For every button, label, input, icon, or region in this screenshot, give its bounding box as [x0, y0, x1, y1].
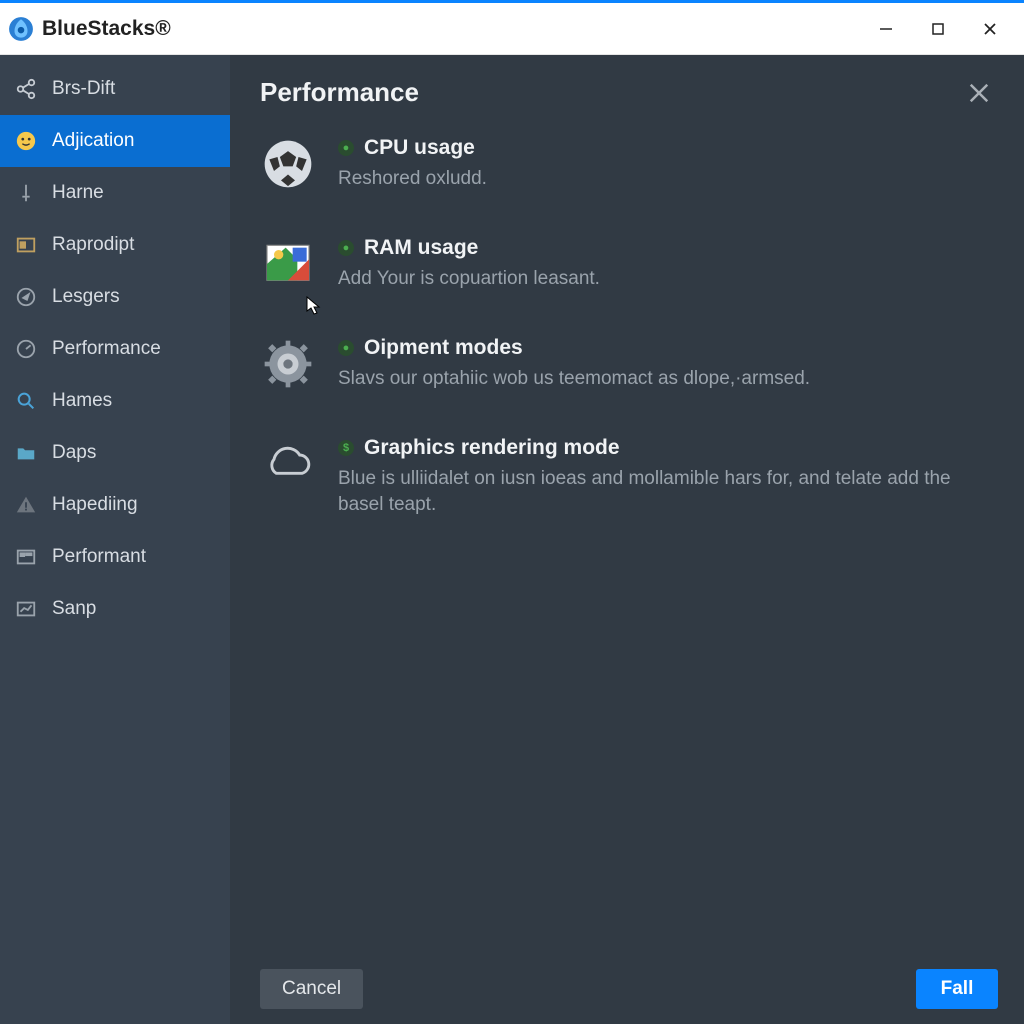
share-icon	[14, 77, 38, 101]
sidebar-item-hapediing[interactable]: Hapediing	[0, 479, 230, 531]
sidebar-item-label: Raprodipt	[52, 234, 134, 256]
sidebar-item-brs-dift[interactable]: Brs-Dift	[0, 63, 230, 115]
cloud-icon	[260, 436, 316, 492]
app-window: BlueStacks® Brs-Dift Adjication Harne	[0, 0, 1024, 1024]
panel-icon	[14, 233, 38, 257]
app-title: BlueStacks®	[42, 17, 171, 41]
setting-graphics-rendering[interactable]: $ Graphics rendering mode Blue is ulliid…	[260, 436, 994, 517]
status-dot-icon: ●	[338, 340, 354, 356]
warning-icon	[14, 493, 38, 517]
sidebar-item-harne[interactable]: Harne	[0, 167, 230, 219]
main-header: Performance	[230, 55, 1024, 118]
search-icon	[14, 389, 38, 413]
panel-close-button[interactable]	[964, 78, 994, 108]
sidebar-item-label: Hapediing	[52, 494, 138, 516]
sidebar-item-performant[interactable]: Performant	[0, 531, 230, 583]
photos-icon	[260, 236, 316, 292]
gear-icon	[260, 336, 316, 392]
maximize-button[interactable]	[912, 9, 964, 49]
chart-icon	[14, 597, 38, 621]
sidebar-item-daps[interactable]: Daps	[0, 427, 230, 479]
cancel-button[interactable]: Cancel	[260, 969, 363, 1009]
app-body: Brs-Dift Adjication Harne Raprodipt Lesg…	[0, 55, 1024, 1024]
setting-title: Oipment modes	[364, 336, 523, 360]
sidebar-item-label: Hames	[52, 390, 112, 412]
dashboard-icon	[14, 545, 38, 569]
minimize-button[interactable]	[860, 9, 912, 49]
titlebar: BlueStacks®	[0, 3, 1024, 55]
setting-desc: Blue is ulliidalet on iusn ioeas and mol…	[338, 466, 994, 517]
sidebar-item-sanp[interactable]: Sanp	[0, 583, 230, 635]
soccer-ball-icon	[260, 136, 316, 192]
setting-cpu-usage[interactable]: ● CPU usage Reshored oxludd.	[260, 136, 994, 192]
confirm-button[interactable]: Fall	[916, 969, 998, 1009]
sidebar-item-label: Lesgers	[52, 286, 120, 308]
setting-title: Graphics rendering mode	[364, 436, 620, 460]
sidebar-item-lesgers[interactable]: Lesgers	[0, 271, 230, 323]
sidebar-item-label: Brs-Dift	[52, 78, 115, 100]
sidebar-item-label: Harne	[52, 182, 104, 204]
compass-icon	[14, 285, 38, 309]
sidebar: Brs-Dift Adjication Harne Raprodipt Lesg…	[0, 55, 230, 1024]
emoji-face-icon	[14, 129, 38, 153]
setting-desc: Reshored oxludd.	[338, 166, 994, 192]
sidebar-item-label: Performance	[52, 338, 161, 360]
sidebar-item-hames[interactable]: Hames	[0, 375, 230, 427]
main-panel: Performance ● CPU usage R	[230, 55, 1024, 1024]
setting-desc: Add Your is copuartion leasant.	[338, 266, 994, 292]
sidebar-item-label: Adjication	[52, 130, 134, 152]
setting-title: RAM usage	[364, 236, 478, 260]
setting-ram-usage[interactable]: ● RAM usage Add Your is copuartion leasa…	[260, 236, 994, 292]
sidebar-item-label: Performant	[52, 546, 146, 568]
settings-list: ● CPU usage Reshored oxludd. ● RAM usage	[230, 118, 1024, 954]
status-dot-icon: $	[338, 440, 354, 456]
status-dot-icon: ●	[338, 140, 354, 156]
sidebar-item-label: Sanp	[52, 598, 96, 620]
gauge-icon	[14, 337, 38, 361]
window-close-button[interactable]	[964, 9, 1016, 49]
footer: Cancel Fall	[230, 954, 1024, 1024]
sword-icon	[14, 181, 38, 205]
status-dot-icon: ●	[338, 240, 354, 256]
page-title: Performance	[260, 77, 419, 108]
setting-oipment-modes[interactable]: ● Oipment modes Slavs our optahiic wob u…	[260, 336, 994, 392]
app-logo-icon	[8, 16, 34, 42]
folder-icon	[14, 441, 38, 465]
sidebar-item-label: Daps	[52, 442, 96, 464]
sidebar-item-performance[interactable]: Performance	[0, 323, 230, 375]
sidebar-item-raprodipt[interactable]: Raprodipt	[0, 219, 230, 271]
setting-title: CPU usage	[364, 136, 475, 160]
setting-desc: Slavs our optahiic wob us teemomact as d…	[338, 366, 994, 392]
sidebar-item-adjication[interactable]: Adjication	[0, 115, 230, 167]
